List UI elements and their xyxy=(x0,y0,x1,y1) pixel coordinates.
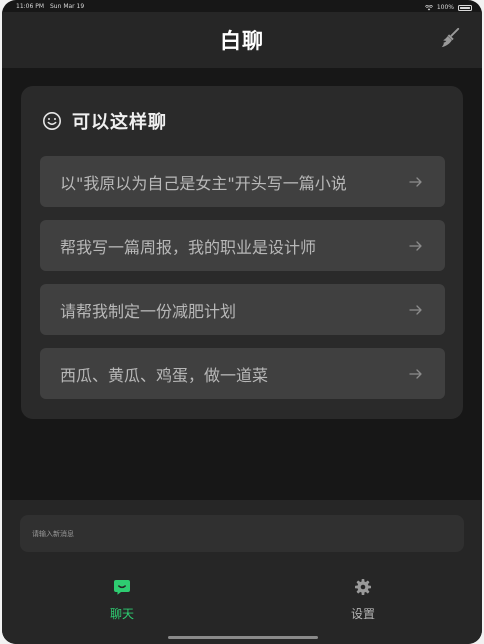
arrow-right-icon xyxy=(409,368,422,379)
arrow-right-icon xyxy=(409,240,422,251)
message-input[interactable] xyxy=(20,515,464,552)
tab-label: 设置 xyxy=(350,607,375,621)
tab-settings[interactable]: 设置 xyxy=(333,578,393,628)
suggestion-text: 帮我写一篇周报，我的职业是设计师 xyxy=(60,237,317,257)
chat-bubble-icon xyxy=(114,580,130,595)
tab-label: 聊天 xyxy=(109,607,134,621)
status-date: Sun Mar 19 xyxy=(50,3,85,10)
battery-icon xyxy=(458,4,472,11)
suggestion-text: 请帮我制定一份减肥计划 xyxy=(60,301,237,321)
bottom-bar: 聊天 设置 xyxy=(2,500,482,644)
wifi-icon xyxy=(424,4,433,10)
app-window: 11:06 PM Sun Mar 19 100% 白聊 可以这样聊 以"我原以为… xyxy=(2,0,482,644)
status-bar: 11:06 PM Sun Mar 19 100% xyxy=(2,0,482,12)
arrow-right-icon xyxy=(409,176,422,187)
suggestion-item-diet-plan[interactable]: 请帮我制定一份减肥计划 xyxy=(40,284,445,335)
home-indicator xyxy=(168,636,318,639)
tab-chat[interactable]: 聊天 xyxy=(92,578,152,628)
smile-icon xyxy=(43,112,61,130)
gear-icon xyxy=(355,579,371,595)
panel-header: 可以这样聊 xyxy=(42,108,167,134)
suggestion-text: 以"我原以为自己是女主"开头写一篇小说 xyxy=(60,173,347,193)
suggestion-text: 西瓜、黄瓜、鸡蛋，做一道菜 xyxy=(60,365,269,385)
broom-icon xyxy=(441,27,460,48)
header: 白聊 xyxy=(2,12,482,68)
status-time: 11:06 PM xyxy=(16,3,44,10)
suggestion-item-novel[interactable]: 以"我原以为自己是女主"开头写一篇小说 xyxy=(40,156,445,207)
suggestion-item-recipe[interactable]: 西瓜、黄瓜、鸡蛋，做一道菜 xyxy=(40,348,445,399)
suggestion-item-weekly-report[interactable]: 帮我写一篇周报，我的职业是设计师 xyxy=(40,220,445,271)
suggestion-panel: 可以这样聊 以"我原以为自己是女主"开头写一篇小说 帮我写一篇周报，我的职业是设… xyxy=(21,86,463,419)
panel-title: 可以这样聊 xyxy=(72,112,167,133)
clear-chat-button[interactable] xyxy=(438,26,462,50)
arrow-right-icon xyxy=(409,304,422,315)
page-title: 白聊 xyxy=(220,29,264,53)
battery-percent: 100% xyxy=(436,4,454,11)
